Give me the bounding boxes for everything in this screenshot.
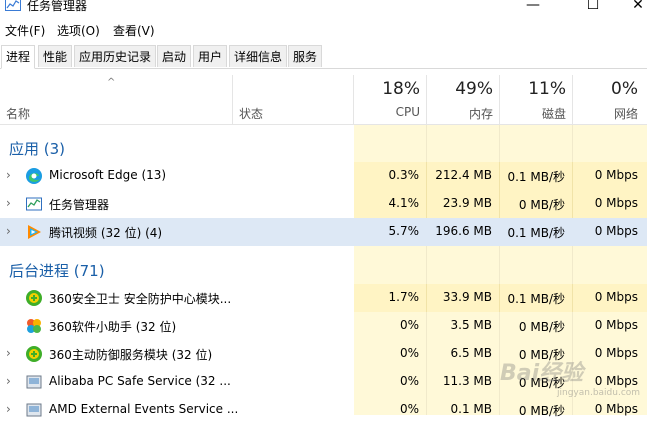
task-manager-app-icon: [5, 0, 21, 11]
memory-percent: 49%: [455, 79, 493, 99]
process-name: 腾讯视频 (32 位) (4): [49, 226, 163, 240]
network-value: 0 Mbps: [594, 224, 638, 238]
table-row[interactable]: › 腾讯视频 (32 位) (4) 5.7% 196.6 MB 0.1 MB/秒…: [0, 218, 647, 246]
network-value: 0 Mbps: [594, 318, 638, 332]
column-memory[interactable]: 49% 内存: [423, 69, 493, 124]
disk-label: 磁盘: [541, 107, 566, 121]
process-name: Alibaba PC Safe Service (32 ...: [49, 374, 231, 388]
memory-value: 23.9 MB: [442, 196, 492, 210]
table-row[interactable]: 360安全卫士 安全防护中心模块... 1.7% 33.9 MB 0.1 MB/…: [0, 284, 647, 312]
process-name: 任务管理器: [49, 198, 110, 212]
network-label: 网络: [613, 107, 638, 121]
column-name[interactable]: 名称: [6, 105, 30, 122]
network-percent: 0%: [611, 79, 638, 99]
360-defense-icon: [26, 346, 42, 362]
network-value: 0 Mbps: [594, 290, 638, 304]
minimize-button[interactable]: —: [510, 0, 556, 16]
alibaba-icon: [26, 375, 42, 389]
cpu-value: 1.7%: [388, 290, 420, 304]
column-disk[interactable]: 11% 磁盘: [496, 69, 566, 124]
disk-value: 0.1 MB/秒: [507, 292, 565, 306]
cpu-label: CPU: [395, 105, 420, 119]
table-row[interactable]: › AMD External Events Service ... 0% 0.1…: [0, 396, 647, 424]
column-cpu[interactable]: 18% CPU: [350, 69, 420, 124]
sort-indicator: ^: [107, 77, 116, 88]
disk-value: 0 MB/秒: [518, 404, 565, 418]
column-status[interactable]: 状态: [239, 105, 263, 122]
tab-processes[interactable]: 进程: [1, 45, 36, 69]
memory-value: 212.4 MB: [435, 168, 492, 182]
process-name: 360主动防御服务模块 (32 位): [49, 348, 213, 362]
cpu-value: 5.7%: [388, 224, 420, 238]
memory-value: 0.1 MB: [450, 402, 492, 416]
disk-value: 0 MB/秒: [518, 320, 565, 334]
disk-value: 0.1 MB/秒: [507, 170, 565, 184]
process-name: Microsoft Edge (13): [49, 168, 167, 182]
expand-chevron-icon[interactable]: ›: [6, 224, 11, 238]
cpu-value: 0%: [399, 318, 419, 332]
memory-value: 33.9 MB: [442, 290, 492, 304]
network-value: 0 Mbps: [594, 402, 638, 416]
cpu-percent: 18%: [382, 79, 420, 99]
disk-value: 0.1 MB/秒: [507, 226, 565, 240]
table-row[interactable]: 360软件小助手 (32 位) 0% 3.5 MB 0 MB/秒 0 Mbps: [0, 312, 647, 340]
maximize-button[interactable]: ☐: [570, 0, 616, 16]
expand-chevron-icon[interactable]: ›: [6, 374, 11, 388]
expand-chevron-icon[interactable]: ›: [6, 168, 11, 182]
menu-options[interactable]: 选项(O): [57, 22, 100, 39]
table-row[interactable]: › 任务管理器 4.1% 23.9 MB 0 MB/秒 0 Mbps: [0, 190, 647, 218]
cpu-value: 0%: [399, 346, 419, 360]
tab-startup[interactable]: 启动: [157, 45, 192, 67]
cpu-value: 4.1%: [388, 196, 420, 210]
window-title: 任务管理器: [27, 0, 88, 13]
memory-value: 196.6 MB: [435, 224, 492, 238]
menu-view[interactable]: 查看(V): [113, 22, 155, 39]
expand-chevron-icon[interactable]: ›: [6, 402, 11, 416]
group-background: 后台进程 (71): [0, 252, 647, 284]
process-name: 360安全卫士 安全防护中心模块...: [49, 292, 232, 306]
expand-chevron-icon[interactable]: ›: [6, 346, 11, 360]
network-value: 0 Mbps: [594, 196, 638, 210]
title-bar: 任务管理器 — ☐ ✕: [0, 0, 647, 18]
table-row[interactable]: › Microsoft Edge (13) 0.3% 212.4 MB 0.1 …: [0, 162, 647, 190]
process-name: AMD External Events Service ...: [49, 402, 239, 416]
tab-details[interactable]: 详细信息: [229, 45, 288, 67]
watermark-url: jingyan.baidu.com: [557, 388, 641, 398]
group-apps-label: 应用 (3): [9, 140, 66, 158]
close-button[interactable]: ✕: [615, 0, 647, 16]
menu-file[interactable]: 文件(F): [5, 22, 45, 39]
memory-value: 11.3 MB: [442, 374, 492, 388]
memory-value: 6.5 MB: [450, 346, 492, 360]
column-header: ^ 名称 状态 18% CPU 49% 内存 11% 磁盘 0% 网络: [0, 69, 647, 125]
group-background-label: 后台进程 (71): [9, 262, 105, 280]
memory-value: 3.5 MB: [450, 318, 492, 332]
disk-value: 0 MB/秒: [518, 198, 565, 212]
memory-label: 内存: [468, 107, 493, 121]
cpu-value: 0%: [399, 374, 419, 388]
disk-percent: 11%: [528, 79, 566, 99]
tencent-video-icon: [28, 225, 41, 239]
360-security-icon: [26, 290, 42, 306]
tab-users[interactable]: 用户: [193, 45, 228, 67]
tab-performance[interactable]: 性能: [38, 45, 73, 67]
tab-bar: 进程 性能 应用历史记录 启动 用户 详细信息 服务: [0, 44, 647, 69]
edge-icon: [26, 168, 42, 184]
process-name: 360软件小助手 (32 位): [49, 320, 177, 334]
360-assistant-icon: [27, 319, 41, 333]
cpu-value: 0.3%: [388, 168, 420, 182]
network-value: 0 Mbps: [594, 168, 638, 182]
task-manager-icon: [26, 197, 42, 211]
amd-icon: [26, 403, 42, 417]
tab-services[interactable]: 服务: [288, 45, 323, 67]
group-apps: 应用 (3): [0, 130, 647, 162]
cpu-value: 0%: [399, 402, 419, 416]
expand-chevron-icon[interactable]: ›: [6, 196, 11, 210]
watermark-logo: Bai经验: [500, 361, 584, 386]
column-network[interactable]: 0% 网络: [568, 69, 638, 124]
tab-app-history[interactable]: 应用历史记录: [74, 45, 157, 67]
